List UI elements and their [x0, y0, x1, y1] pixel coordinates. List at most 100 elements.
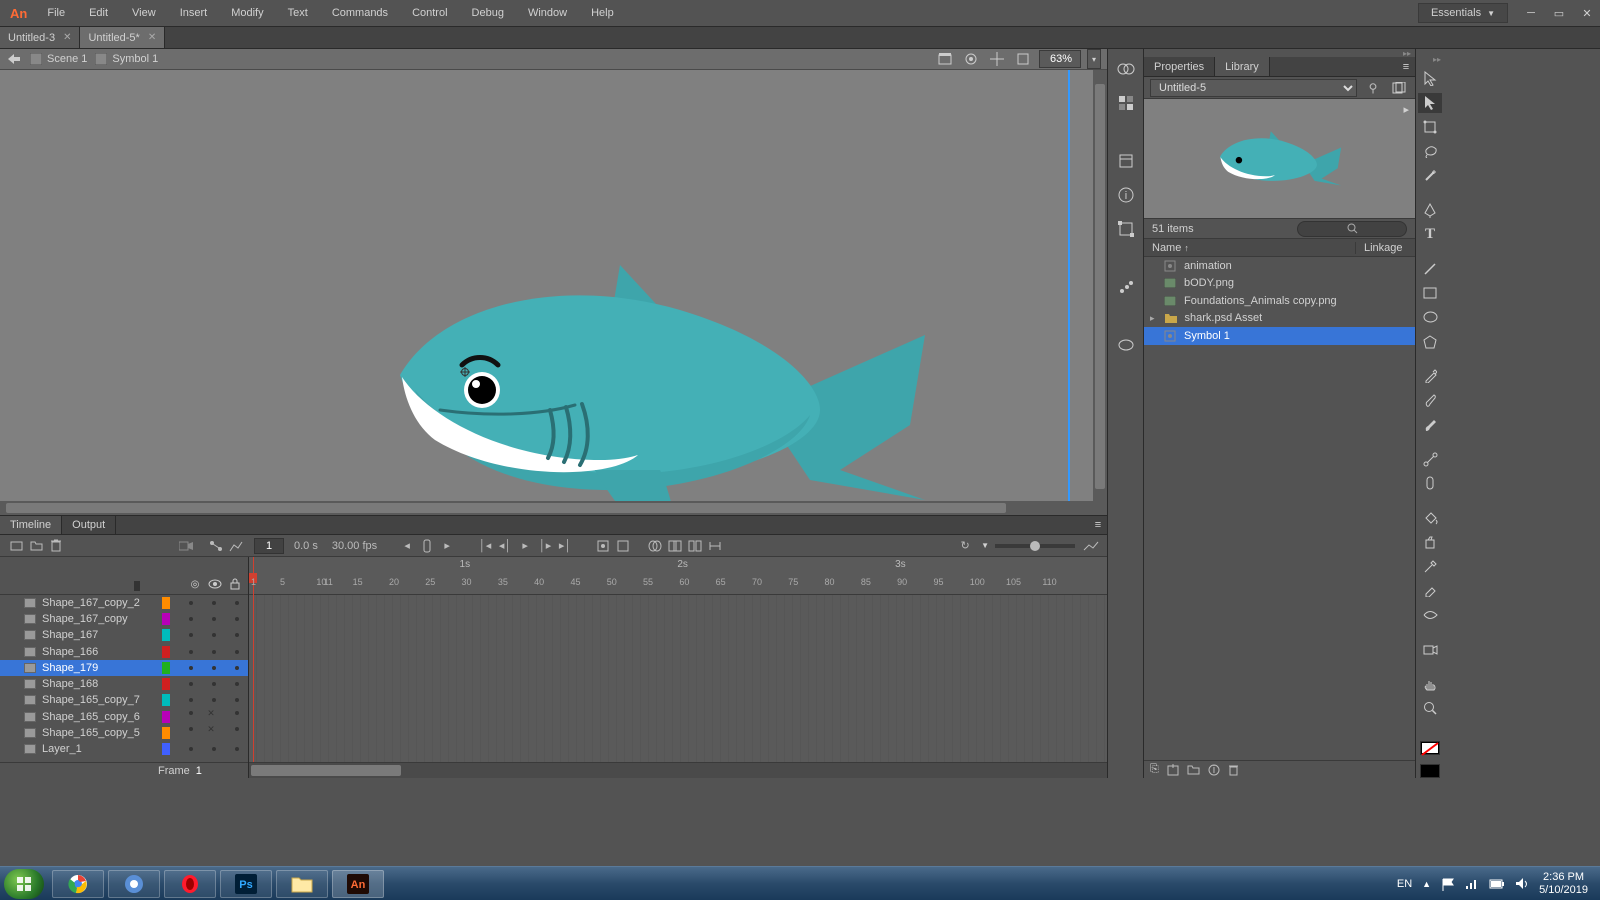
visibility-column-icon[interactable]: [208, 577, 222, 591]
collapse-panel-icon[interactable]: ▸▸: [1403, 49, 1411, 57]
menu-debug[interactable]: Debug: [462, 3, 514, 23]
menu-insert[interactable]: Insert: [170, 3, 218, 23]
free-transform-tool[interactable]: [1418, 118, 1442, 137]
timeline-tab[interactable]: Timeline: [0, 516, 62, 534]
brush-panel-icon[interactable]: [1114, 275, 1138, 299]
hand-tool[interactable]: [1418, 674, 1442, 693]
layer-color-swatch[interactable]: [162, 711, 170, 723]
info-panel-icon[interactable]: i: [1114, 183, 1138, 207]
layer-row[interactable]: Shape_166: [0, 644, 248, 660]
insert-keyframe-button[interactable]: [593, 536, 613, 556]
symbol-crumb[interactable]: Symbol 1: [95, 53, 158, 65]
menu-help[interactable]: Help: [581, 3, 624, 23]
layer-row[interactable]: Layer_1: [0, 742, 248, 758]
volume-icon[interactable]: [1515, 877, 1529, 890]
track-rows[interactable]: [249, 595, 1107, 762]
flag-icon[interactable]: [1441, 877, 1455, 891]
cc-libraries-icon[interactable]: [1114, 333, 1138, 357]
close-tab-icon[interactable]: ✕: [148, 32, 156, 43]
bone-tool[interactable]: [1418, 450, 1442, 469]
ink-bottle-tool[interactable]: [1418, 533, 1442, 552]
taskbar-clock[interactable]: 2:36 PM 5/10/2019: [1539, 871, 1588, 895]
layer-row[interactable]: Shape_167: [0, 628, 248, 644]
fit-timeline-button[interactable]: [1081, 536, 1101, 556]
layer-toggles[interactable]: [180, 698, 248, 702]
prev-frame-button[interactable]: ◂│: [495, 536, 515, 556]
lib-new-folder-icon[interactable]: [1187, 764, 1200, 775]
current-frame-field[interactable]: 1: [254, 538, 284, 554]
preview-play-icon[interactable]: ▸: [1403, 103, 1409, 116]
paint-brush-tool[interactable]: [1418, 415, 1442, 434]
lib-new-symbol-icon[interactable]: [1167, 764, 1179, 776]
marker-range-button[interactable]: [705, 536, 725, 556]
taskbar-photoshop[interactable]: Ps: [220, 870, 272, 898]
rectangle-tool[interactable]: [1418, 284, 1442, 303]
delete-layer-button[interactable]: [46, 536, 66, 556]
onion-outlines-button[interactable]: [665, 536, 685, 556]
track-area[interactable]: 1510152025303540455055606570758085909510…: [249, 557, 1107, 778]
keyframe-nav-button[interactable]: [417, 536, 437, 556]
camera-button[interactable]: [176, 536, 196, 556]
maximize-button[interactable]: ▭: [1546, 3, 1572, 23]
menu-control[interactable]: Control: [402, 3, 457, 23]
layer-color-swatch[interactable]: [162, 613, 170, 625]
layer-toggles[interactable]: [180, 682, 248, 686]
eraser-tool[interactable]: [1418, 581, 1442, 600]
zoom-level[interactable]: 63%: [1039, 50, 1081, 68]
edit-scene-icon[interactable]: [935, 49, 955, 69]
menu-text[interactable]: Text: [278, 3, 318, 23]
taskbar-explorer[interactable]: [276, 870, 328, 898]
expand-icon[interactable]: ▸: [1150, 313, 1155, 324]
battery-icon[interactable]: [1489, 879, 1505, 889]
stage-scrollbar-vertical[interactable]: [1093, 70, 1107, 501]
back-arrow-button[interactable]: [6, 51, 22, 67]
lib-properties-icon[interactable]: i: [1208, 764, 1220, 776]
layer-color-swatch[interactable]: [162, 646, 170, 658]
tools-collapse-icon[interactable]: ▸▸: [1433, 55, 1444, 64]
camera-tool[interactable]: [1418, 640, 1442, 659]
output-tab[interactable]: Output: [62, 516, 116, 534]
onion-skin-button[interactable]: [645, 536, 665, 556]
menu-window[interactable]: Window: [518, 3, 577, 23]
library-tab[interactable]: Library: [1215, 57, 1270, 76]
loop-dropdown-icon[interactable]: ▼: [981, 541, 989, 550]
zoom-dropdown[interactable]: ▾: [1087, 49, 1101, 69]
layer-row[interactable]: Shape_165_copy_5: [0, 725, 248, 741]
new-layer-button[interactable]: [6, 536, 26, 556]
brush-tool[interactable]: [1418, 391, 1442, 410]
scene-crumb[interactable]: Scene 1: [30, 53, 87, 65]
track-scrollbar[interactable]: [249, 762, 1107, 778]
start-button[interactable]: [4, 869, 44, 899]
library-item[interactable]: Symbol 1: [1144, 327, 1415, 345]
lasso-tool[interactable]: [1418, 142, 1442, 161]
highlight-column-icon[interactable]: ◎: [188, 577, 202, 591]
layer-row[interactable]: Shape_165_copy_7: [0, 693, 248, 709]
library-header[interactable]: Name ↑ Linkage: [1144, 239, 1415, 257]
color-panel-icon[interactable]: [1114, 91, 1138, 115]
line-tool[interactable]: [1418, 259, 1442, 278]
layer-color-swatch[interactable]: [162, 678, 170, 690]
step-back-button[interactable]: ◂: [397, 536, 417, 556]
stroke-swatch[interactable]: [1420, 741, 1440, 755]
oval-tool[interactable]: [1418, 308, 1442, 327]
layer-toggles[interactable]: [180, 747, 248, 751]
menu-view[interactable]: View: [122, 3, 166, 23]
stage-scrollbar-horizontal[interactable]: [0, 501, 1093, 515]
workspace-selector[interactable]: Essentials ▼: [1418, 3, 1508, 23]
clip-stage-icon[interactable]: [1013, 49, 1033, 69]
center-stage-icon[interactable]: [987, 49, 1007, 69]
edit-symbol-icon[interactable]: [961, 49, 981, 69]
taskbar-opera[interactable]: [164, 870, 216, 898]
new-folder-button[interactable]: [26, 536, 46, 556]
library-doc-select[interactable]: Untitled-5: [1150, 79, 1357, 97]
library-panel-menu-icon[interactable]: ≡: [1397, 61, 1415, 73]
transform-panel-icon[interactable]: [1114, 217, 1138, 241]
graph-button[interactable]: [226, 536, 246, 556]
menu-modify[interactable]: Modify: [221, 3, 273, 23]
network-icon[interactable]: [1465, 878, 1479, 890]
playhead[interactable]: [253, 557, 254, 778]
layer-toggles[interactable]: [180, 633, 248, 637]
layer-color-swatch[interactable]: [162, 743, 170, 755]
next-frame-button[interactable]: │▸: [535, 536, 555, 556]
zoom-slider[interactable]: [995, 544, 1075, 548]
